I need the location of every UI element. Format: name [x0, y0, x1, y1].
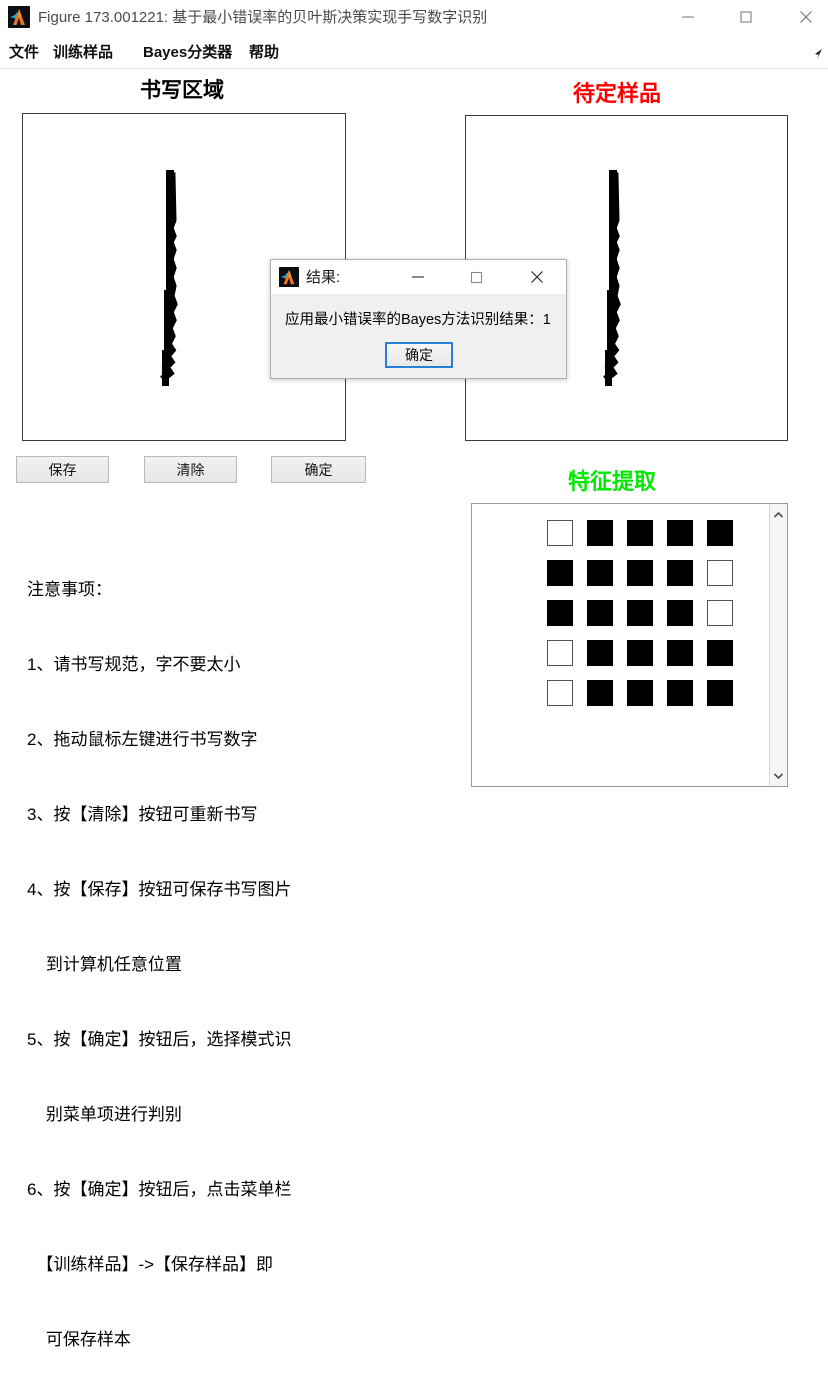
feature-cell-3-1 — [587, 640, 613, 666]
menubar-divider — [0, 68, 828, 69]
feature-extraction-panel — [471, 503, 788, 787]
window-title: Figure 173.001221: 基于最小错误率的贝叶斯决策实现手写数字识别 — [38, 9, 488, 26]
instruction-line: 可保存样本 — [27, 1330, 131, 1349]
feature-cell-2-1 — [587, 600, 613, 626]
feature-cell-1-3 — [667, 560, 693, 586]
instruction-line: 别菜单项进行判别 — [27, 1105, 182, 1124]
maximize-icon[interactable] — [454, 260, 498, 294]
instruction-line: 4、按【保存】按钮可保存书写图片 — [27, 880, 292, 899]
feature-cell-4-3 — [667, 680, 693, 706]
feature-cell-2-4 — [707, 600, 733, 626]
feature-cell-3-3 — [667, 640, 693, 666]
menu-item-help[interactable]: 帮助 — [249, 38, 279, 68]
feature-cell-1-0 — [547, 560, 573, 586]
instructions-block: 注意事项： 1、请书写规范，字不要太小 2、拖动鼠标左键进行书写数字 3、按【清… — [27, 527, 427, 1377]
save-button[interactable]: 保存 — [16, 456, 109, 483]
feature-cell-3-2 — [627, 640, 653, 666]
dialog-message: 应用最小错误率的Bayes方法识别结果：1 — [285, 312, 551, 328]
feature-cell-0-3 — [667, 520, 693, 546]
matlab-icon — [8, 6, 30, 28]
chevron-down-icon[interactable] — [770, 766, 787, 784]
instructions-title: 注意事项： — [27, 580, 112, 599]
feature-cell-1-2 — [627, 560, 653, 586]
window-titlebar: Figure 173.001221: 基于最小错误率的贝叶斯决策实现手写数字识别 — [0, 0, 828, 36]
feature-cell-4-4 — [707, 680, 733, 706]
close-icon[interactable] — [515, 260, 559, 294]
feature-cell-2-2 — [627, 600, 653, 626]
instruction-line: 【训练样品】->【保存样品】即 — [27, 1255, 274, 1274]
feature-cell-4-2 — [627, 680, 653, 706]
feature-cell-2-0 — [547, 600, 573, 626]
close-icon[interactable] — [783, 0, 828, 34]
menu-item-bayes-classifier[interactable]: Bayes分类器 — [143, 38, 232, 68]
clear-button[interactable]: 清除 — [144, 456, 237, 483]
chevron-up-icon[interactable] — [770, 506, 787, 524]
dialog-titlebar: 结果: — [271, 260, 566, 295]
feature-grid — [547, 520, 733, 706]
result-dialog: 结果: 应用最小错误率的Bayes方法识别结果：1 确定 — [270, 259, 567, 379]
menubar: 文件 训练样品 Bayes分类器 帮助 — [0, 38, 828, 68]
menu-item-file[interactable]: 文件 — [9, 38, 39, 68]
instruction-line: 2、拖动鼠标左键进行书写数字 — [27, 730, 258, 749]
matlab-icon — [279, 267, 299, 287]
feature-cell-3-4 — [707, 640, 733, 666]
feature-cell-1-4 — [707, 560, 733, 586]
maximize-icon[interactable] — [723, 0, 769, 34]
dialog-ok-button[interactable]: 确定 — [385, 342, 453, 368]
cursor-arrow-icon — [811, 47, 825, 61]
feature-panel-scrollbar[interactable] — [769, 504, 787, 786]
minimize-icon[interactable] — [396, 260, 440, 294]
instruction-line: 5、按【确定】按钮后，选择模式识 — [27, 1030, 292, 1049]
feature-extraction-heading: 特征提取 — [568, 469, 657, 494]
feature-cell-2-3 — [667, 600, 693, 626]
feature-cell-0-2 — [627, 520, 653, 546]
instruction-line: 1、请书写规范，字不要太小 — [27, 655, 241, 674]
dialog-title: 结果: — [306, 269, 341, 286]
feature-cell-4-0 — [547, 680, 573, 706]
feature-cell-1-1 — [587, 560, 613, 586]
instruction-line: 到计算机任意位置 — [27, 955, 182, 974]
confirm-button[interactable]: 确定 — [271, 456, 366, 483]
instruction-line: 6、按【确定】按钮后，点击菜单栏 — [27, 1180, 292, 1199]
pending-sample-heading: 待定样品 — [573, 81, 662, 106]
menu-item-training-samples[interactable]: 训练样品 — [53, 38, 113, 68]
minimize-icon[interactable] — [665, 0, 711, 34]
feature-cell-3-0 — [547, 640, 573, 666]
feature-cell-0-0 — [547, 520, 573, 546]
feature-cell-0-1 — [587, 520, 613, 546]
write-area-heading: 书写区域 — [140, 78, 224, 102]
feature-cell-0-4 — [707, 520, 733, 546]
feature-cell-4-1 — [587, 680, 613, 706]
